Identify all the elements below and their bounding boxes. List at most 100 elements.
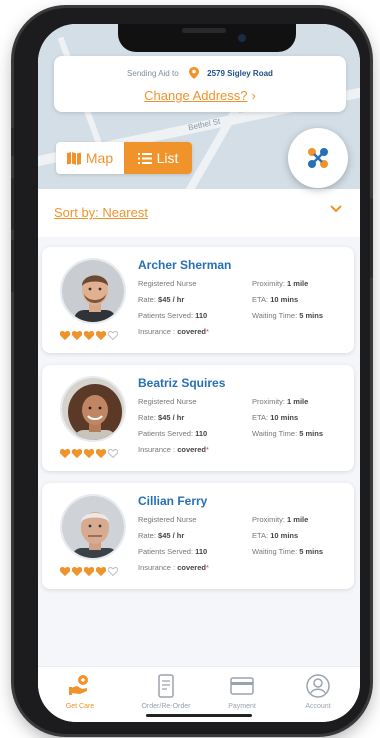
- caregiver-name: Archer Sherman: [138, 258, 232, 272]
- network-nodes-icon: [308, 148, 328, 168]
- wait-value: 5 mins: [299, 547, 324, 556]
- care-hand-icon: [69, 675, 88, 695]
- heart-filled-icon: [84, 567, 94, 576]
- eta-label: ETA:: [252, 295, 269, 304]
- proximity: Proximity: 1 mile: [252, 515, 308, 524]
- insurance-value: covered: [177, 445, 206, 454]
- proximity-label: Proximity:: [252, 515, 285, 524]
- heart-filled-icon: [60, 449, 70, 458]
- caregiver-rate: Rate: $45 / hr: [138, 531, 184, 540]
- map-icon: [66, 151, 81, 165]
- sort-by-button[interactable]: Sort by: Nearest: [54, 205, 148, 220]
- map-view-button[interactable]: Map: [56, 142, 124, 174]
- patients-served: Patients Served: 110: [138, 311, 207, 320]
- order-phone-icon: [158, 674, 174, 698]
- heart-filled-icon: [96, 567, 106, 576]
- proximity-label: Proximity:: [252, 397, 285, 406]
- caregiver-role: Registered Nurse: [138, 279, 197, 288]
- proximity-label: Proximity:: [252, 279, 285, 288]
- chevron-right-icon: ›: [251, 88, 256, 103]
- heart-filled-icon: [84, 331, 94, 340]
- nav-label: Payment: [228, 703, 256, 710]
- phone-side-button: [370, 198, 373, 278]
- insurance-note-mark: *: [205, 563, 209, 572]
- caregiver-card[interactable]: Beatriz Squires Registered Nurse Rate: $…: [42, 365, 354, 471]
- phone-side-button: [11, 240, 14, 292]
- location-pin-icon: [188, 67, 199, 79]
- rate-value: $45 / hr: [158, 413, 185, 422]
- nav-label: Order/Re-Order: [141, 703, 191, 710]
- nav-account[interactable]: Account: [286, 673, 350, 710]
- eta-label: ETA:: [252, 413, 269, 422]
- caregiver-role: Registered Nurse: [138, 515, 197, 524]
- caregiver-role: Registered Nurse: [138, 397, 197, 406]
- nav-label: Get Care: [65, 703, 95, 710]
- wait-label: Waiting Time:: [252, 547, 298, 556]
- heart-filled-icon: [72, 567, 82, 576]
- caregiver-card[interactable]: Cillian Ferry Registered Nurse Rate: $45…: [42, 483, 354, 589]
- sort-bar: Sort by: Nearest: [38, 189, 360, 237]
- app-screen: Bethel St Sending Aid to 2579 Sigley Roa…: [38, 24, 360, 722]
- insurance-label: Insurance :: [138, 563, 176, 572]
- care-network-button[interactable]: [288, 128, 348, 188]
- wait-value: 5 mins: [299, 311, 324, 320]
- eta-value: 10 mins: [270, 531, 299, 540]
- caregiver-rate: Rate: $45 / hr: [138, 413, 184, 422]
- rate-label: Rate:: [138, 531, 156, 540]
- nav-payment[interactable]: Payment: [210, 673, 274, 710]
- sending-aid-line: Sending Aid to 2579 Sigley Road: [54, 67, 346, 79]
- chevron-down-icon[interactable]: [330, 205, 342, 213]
- eta-value: 10 mins: [270, 413, 299, 422]
- waiting-time: Waiting Time: 5 mins: [252, 429, 323, 438]
- insurance-note-mark: *: [205, 445, 209, 454]
- avatar: [60, 494, 126, 560]
- profile-photo: [62, 378, 124, 440]
- list-icon: [137, 152, 152, 164]
- heart-filled-icon: [96, 331, 106, 340]
- phone-side-button: [11, 128, 14, 156]
- nav-get-care[interactable]: Get Care: [48, 673, 112, 710]
- profile-photo: [62, 496, 124, 558]
- phone-side-button: [11, 178, 14, 230]
- eta-label: ETA:: [252, 531, 269, 540]
- eta: ETA: 10 mins: [252, 413, 298, 422]
- proximity: Proximity: 1 mile: [252, 397, 308, 406]
- waiting-time: Waiting Time: 5 mins: [252, 547, 323, 556]
- caregiver-list: Archer Sherman Registered Nurse Rate: $4…: [38, 237, 360, 666]
- rating-stars: [60, 331, 118, 340]
- avatar: [60, 376, 126, 442]
- heart-filled-icon: [60, 567, 70, 576]
- served-label: Patients Served:: [138, 429, 194, 438]
- credit-card-icon: [230, 677, 254, 695]
- change-address-label: Change Address?: [144, 88, 248, 103]
- sending-aid-prefix: Sending Aid to: [127, 69, 179, 78]
- wait-label: Waiting Time:: [252, 429, 298, 438]
- served-value: 110: [195, 311, 208, 320]
- front-camera: [238, 34, 246, 42]
- phone-notch: [118, 24, 296, 52]
- waiting-time: Waiting Time: 5 mins: [252, 311, 323, 320]
- insurance-label: Insurance :: [138, 327, 176, 336]
- proximity: Proximity: 1 mile: [252, 279, 308, 288]
- insurance-status: Insurance : covered*: [138, 445, 209, 454]
- home-indicator: [146, 714, 252, 717]
- rating-stars: [60, 449, 118, 458]
- caregiver-name: Beatriz Squires: [138, 376, 226, 390]
- address-card: Sending Aid to 2579 Sigley Road Change A…: [54, 56, 346, 112]
- insurance-note-mark: *: [205, 327, 209, 336]
- eta-value: 10 mins: [270, 295, 299, 304]
- eta: ETA: 10 mins: [252, 531, 298, 540]
- heart-filled-icon: [60, 331, 70, 340]
- rate-label: Rate:: [138, 295, 156, 304]
- served-value: 110: [195, 547, 208, 556]
- eta: ETA: 10 mins: [252, 295, 298, 304]
- wait-value: 5 mins: [299, 429, 324, 438]
- change-address-link[interactable]: Change Address? ›: [54, 88, 346, 103]
- heart-filled-icon: [84, 449, 94, 458]
- heart-filled-icon: [96, 449, 106, 458]
- caregiver-card[interactable]: Archer Sherman Registered Nurse Rate: $4…: [42, 247, 354, 353]
- account-icon: [306, 674, 330, 698]
- list-view-button[interactable]: List: [124, 142, 192, 174]
- nav-order[interactable]: Order/Re-Order: [134, 673, 198, 710]
- rating-stars: [60, 567, 118, 576]
